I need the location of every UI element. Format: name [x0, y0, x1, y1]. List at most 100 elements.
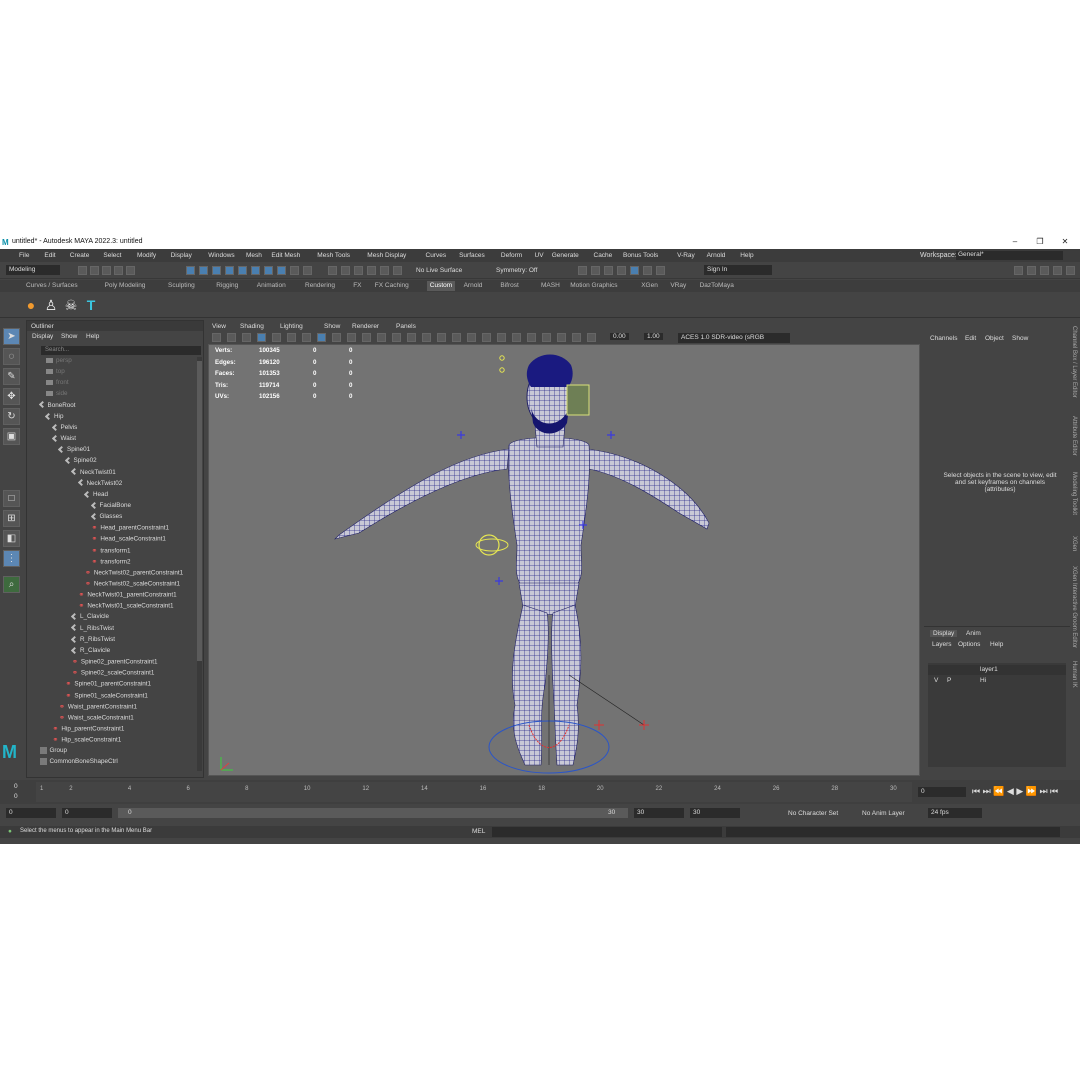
- viewport-tool-icon[interactable]: [377, 333, 386, 342]
- range-bar[interactable]: 0 30: [118, 808, 628, 818]
- render-settings-icon[interactable]: [354, 266, 363, 275]
- side-tab[interactable]: Channel Box / Layer Editor: [1071, 326, 1077, 398]
- command-input[interactable]: [492, 827, 722, 837]
- outliner-menu-show[interactable]: Show: [61, 333, 77, 340]
- outliner-item[interactable]: ⚭ transform1: [92, 547, 131, 558]
- outliner-item[interactable]: persp: [46, 357, 72, 368]
- snap-together-icon[interactable]: [393, 266, 402, 275]
- select-hierarchy-icon[interactable]: [186, 266, 195, 275]
- outliner-item[interactable]: ⚭ Hip_parentConstraint1: [53, 725, 125, 736]
- outliner-item[interactable]: ⚭ Head_scaleConstraint1: [92, 535, 166, 546]
- select-object-icon[interactable]: [199, 266, 208, 275]
- symmetry-label[interactable]: Symmetry: Off: [496, 267, 537, 274]
- menu-curves[interactable]: Curves: [426, 252, 447, 259]
- outliner-item[interactable]: ⚭ Head_parentConstraint1: [92, 524, 170, 535]
- save-scene-icon[interactable]: [102, 266, 111, 275]
- viewport-tool-icon[interactable]: [272, 333, 281, 342]
- menu-create[interactable]: Create: [70, 252, 90, 259]
- viewport-tool-icon[interactable]: [482, 333, 491, 342]
- persp-outliner-icon[interactable]: ◧: [3, 530, 20, 547]
- attribute-editor-icon[interactable]: [1027, 266, 1036, 275]
- tab-poly-modeling[interactable]: Poly Modeling: [105, 282, 146, 289]
- four-view-icon[interactable]: ⊞: [3, 510, 20, 527]
- outliner-item[interactable]: ⚭ Spine01_parentConstraint1: [66, 680, 152, 691]
- tool-settings-icon[interactable]: [1040, 266, 1049, 275]
- daz-logo-icon[interactable]: ●: [22, 296, 40, 314]
- perspective-viewport[interactable]: Verts: 100345 0 0 Edges: 196120 0 0 Faces: 101353…: [208, 344, 920, 776]
- minimize-button[interactable]: –: [1009, 237, 1021, 246]
- menu-modify[interactable]: Modify: [137, 252, 156, 259]
- viewport-tool-icon[interactable]: [362, 333, 371, 342]
- tab-anim[interactable]: Anim: [966, 630, 981, 637]
- playback-end-field[interactable]: 30: [634, 808, 684, 818]
- menu-file[interactable]: File: [19, 252, 29, 259]
- menu-surfaces[interactable]: Surfaces: [459, 252, 485, 259]
- tab-fx-caching[interactable]: FX Caching: [375, 282, 409, 289]
- outliner-item[interactable]: front: [46, 379, 69, 390]
- viewport-tool-icon[interactable]: [587, 333, 596, 342]
- playback-controls-icon[interactable]: ⏮ ⏭ ⏪ ◀ ▶ ⏩ ⏭ ⏮: [972, 786, 1058, 797]
- render-region-icon[interactable]: [604, 266, 613, 275]
- open-scene-icon[interactable]: [90, 266, 99, 275]
- batch-render-icon[interactable]: [591, 266, 600, 275]
- figure-icon[interactable]: ♙: [42, 296, 60, 314]
- viewport-tool-icon[interactable]: [317, 333, 326, 342]
- character-mesh[interactable]: [209, 345, 920, 776]
- outliner-item[interactable]: ⚭ NeckTwist02_scaleConstraint1: [85, 580, 180, 591]
- single-view-icon[interactable]: □: [3, 490, 20, 507]
- snapshot-icon[interactable]: [617, 266, 626, 275]
- outliner-item[interactable]: ⚭ Waist_scaleConstraint1: [59, 714, 134, 725]
- viewport-menu-show[interactable]: Show: [324, 323, 340, 330]
- menu-generate[interactable]: Generate: [552, 252, 579, 259]
- gamma-field[interactable]: 1.00: [644, 333, 663, 340]
- outliner-item[interactable]: top: [46, 368, 65, 379]
- viewport-tool-icon[interactable]: [467, 333, 476, 342]
- time-slider[interactable]: 0 0 1 2 4 6 8 10 12 14 16 18 20 22 24 26 28 30 0 ⏮ ⏭ ⏪ …: [0, 780, 1080, 804]
- arnold-render-icon[interactable]: [630, 266, 639, 275]
- tab-motion-graphics[interactable]: Motion Graphics: [570, 282, 617, 289]
- channelbox-menu-object[interactable]: Object: [985, 335, 1004, 342]
- side-tab[interactable]: Attribute Editor: [1071, 416, 1077, 456]
- outliner-item[interactable]: BoneRoot: [38, 401, 76, 413]
- tab-xgen[interactable]: XGen: [641, 282, 658, 289]
- anim-layer-dropdown[interactable]: No Anim Layer: [862, 810, 905, 817]
- viewport-tool-icon[interactable]: [572, 333, 581, 342]
- channel-box-icon[interactable]: [1053, 266, 1062, 275]
- layer-row[interactable]: layer1: [928, 665, 1066, 675]
- tab-arnold[interactable]: Arnold: [464, 282, 483, 289]
- time-slider-track[interactable]: 1 2 4 6 8 10 12 14 16 18 20 22 24 26 28 30: [36, 782, 912, 802]
- viewport-tool-icon[interactable]: [542, 333, 551, 342]
- skull-icon[interactable]: ☠: [62, 296, 80, 314]
- color-space-dropdown[interactable]: ACES 1.0 SDR-video (sRGB: [678, 333, 790, 343]
- viewport-tool-icon[interactable]: [242, 333, 251, 342]
- outliner-item[interactable]: Spine01: [57, 445, 90, 457]
- menu-mesh-display[interactable]: Mesh Display: [367, 252, 406, 259]
- new-scene-icon[interactable]: [78, 266, 87, 275]
- viewport-tool-icon[interactable]: [287, 333, 296, 342]
- paint-select-icon[interactable]: ✎: [3, 368, 20, 385]
- layer-playback[interactable]: P: [947, 677, 951, 684]
- outliner-item[interactable]: NeckTwist02: [77, 479, 122, 491]
- outliner-item[interactable]: ⚭ Spine02_parentConstraint1: [72, 658, 158, 669]
- viewport-tool-icon[interactable]: [497, 333, 506, 342]
- menu-arnold[interactable]: Arnold: [707, 252, 726, 259]
- select-component-icon[interactable]: [212, 266, 221, 275]
- outliner-item[interactable]: CommonBoneShapeCtrl: [39, 758, 118, 769]
- outliner-toggle-icon[interactable]: [1066, 266, 1075, 275]
- layer-visibility[interactable]: V: [934, 677, 938, 684]
- move-tool-icon[interactable]: ✥: [3, 388, 20, 405]
- lock-icon[interactable]: [290, 266, 299, 275]
- side-tab[interactable]: Modeling Toolkit: [1071, 472, 1077, 515]
- viewport-tool-icon[interactable]: [257, 333, 266, 342]
- side-tab[interactable]: Human IK: [1071, 661, 1077, 688]
- viewport-tool-icon[interactable]: [437, 333, 446, 342]
- outliner-item[interactable]: FacialBone: [90, 501, 131, 513]
- tab-bifrost[interactable]: Bifrost: [500, 282, 518, 289]
- outliner-item[interactable]: NeckTwist01: [70, 468, 116, 480]
- playback-start-field[interactable]: 0: [62, 808, 112, 818]
- exposure-field[interactable]: 0.00: [610, 333, 629, 340]
- menu-deform[interactable]: Deform: [501, 252, 522, 259]
- current-time-field[interactable]: 0: [918, 787, 966, 797]
- outliner-item[interactable]: R_RibsTwist: [70, 635, 115, 647]
- tab-vray[interactable]: VRay: [670, 282, 686, 289]
